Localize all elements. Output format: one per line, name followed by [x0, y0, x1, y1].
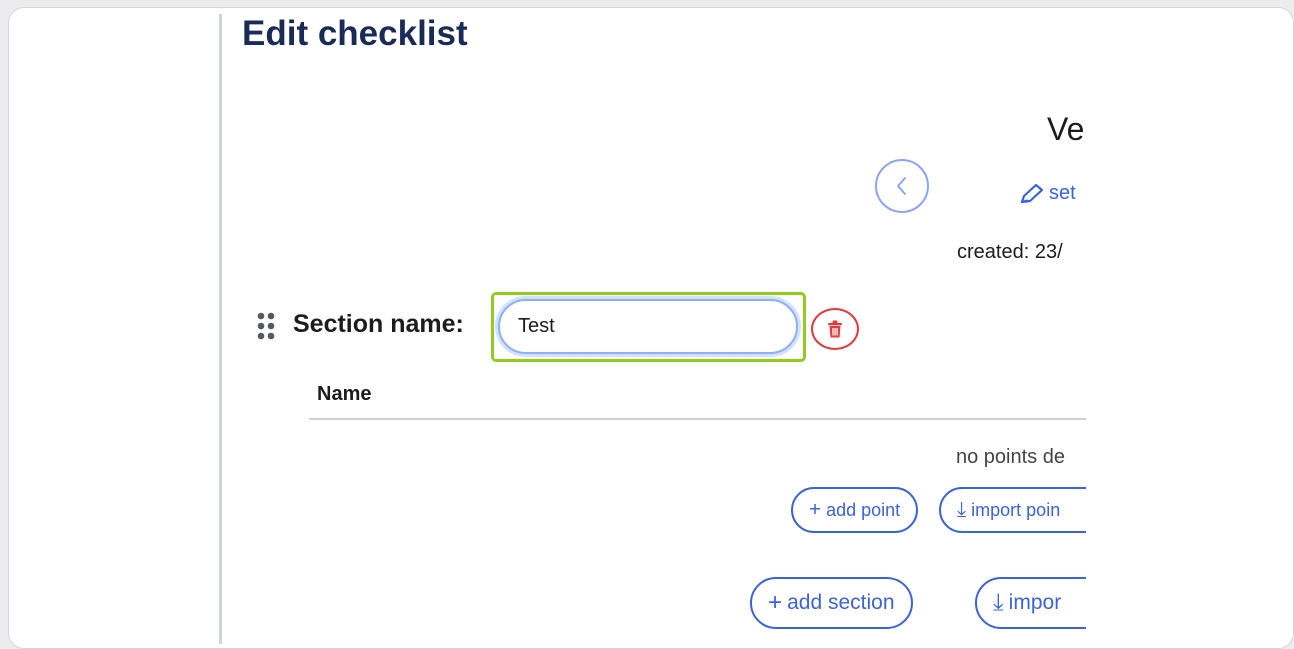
section-name-input[interactable] [498, 299, 798, 354]
import-icon: ⤓ [993, 588, 1004, 616]
page-title: Edit checklist [242, 14, 468, 53]
sidebar-divider [219, 14, 222, 644]
browser-frame: Edit checklist Ve set created: 23/ Secti… [8, 7, 1294, 649]
empty-points-text: no points de [956, 446, 1065, 468]
chevron-left-icon [897, 177, 906, 195]
set-version-name-link[interactable]: set [1019, 182, 1076, 205]
pencil-icon [1020, 183, 1044, 203]
plus-icon: + [809, 497, 822, 521]
set-link-label: set [1049, 182, 1076, 204]
grip-dots-icon [257, 312, 275, 340]
add-section-label: add section [787, 591, 895, 614]
previous-version-button[interactable] [875, 159, 929, 213]
section-name-label: Section name: [293, 310, 464, 338]
import-section-button[interactable]: ⤓ impor [975, 577, 1086, 629]
import-points-button[interactable]: ⤓ import poin [939, 487, 1086, 533]
add-point-button[interactable]: + add point [791, 487, 919, 533]
table-header-rule [309, 418, 1086, 420]
import-points-label: import poin [971, 499, 1061, 520]
drag-handle-icon[interactable] [257, 311, 275, 341]
add-point-label: add point [826, 499, 901, 520]
add-section-button[interactable]: + add section [750, 577, 913, 629]
content-viewport: Edit checklist Ve set created: 23/ Secti… [9, 8, 1086, 648]
created-date: created: 23/ [957, 241, 1063, 263]
trash-icon [828, 320, 842, 338]
delete-section-button[interactable] [811, 308, 859, 350]
column-header-name: Name [317, 383, 372, 405]
import-section-label: impor [1008, 591, 1062, 614]
import-icon: ⤓ [957, 497, 967, 521]
plus-icon: + [768, 588, 783, 616]
version-title: Ve [1047, 111, 1085, 147]
